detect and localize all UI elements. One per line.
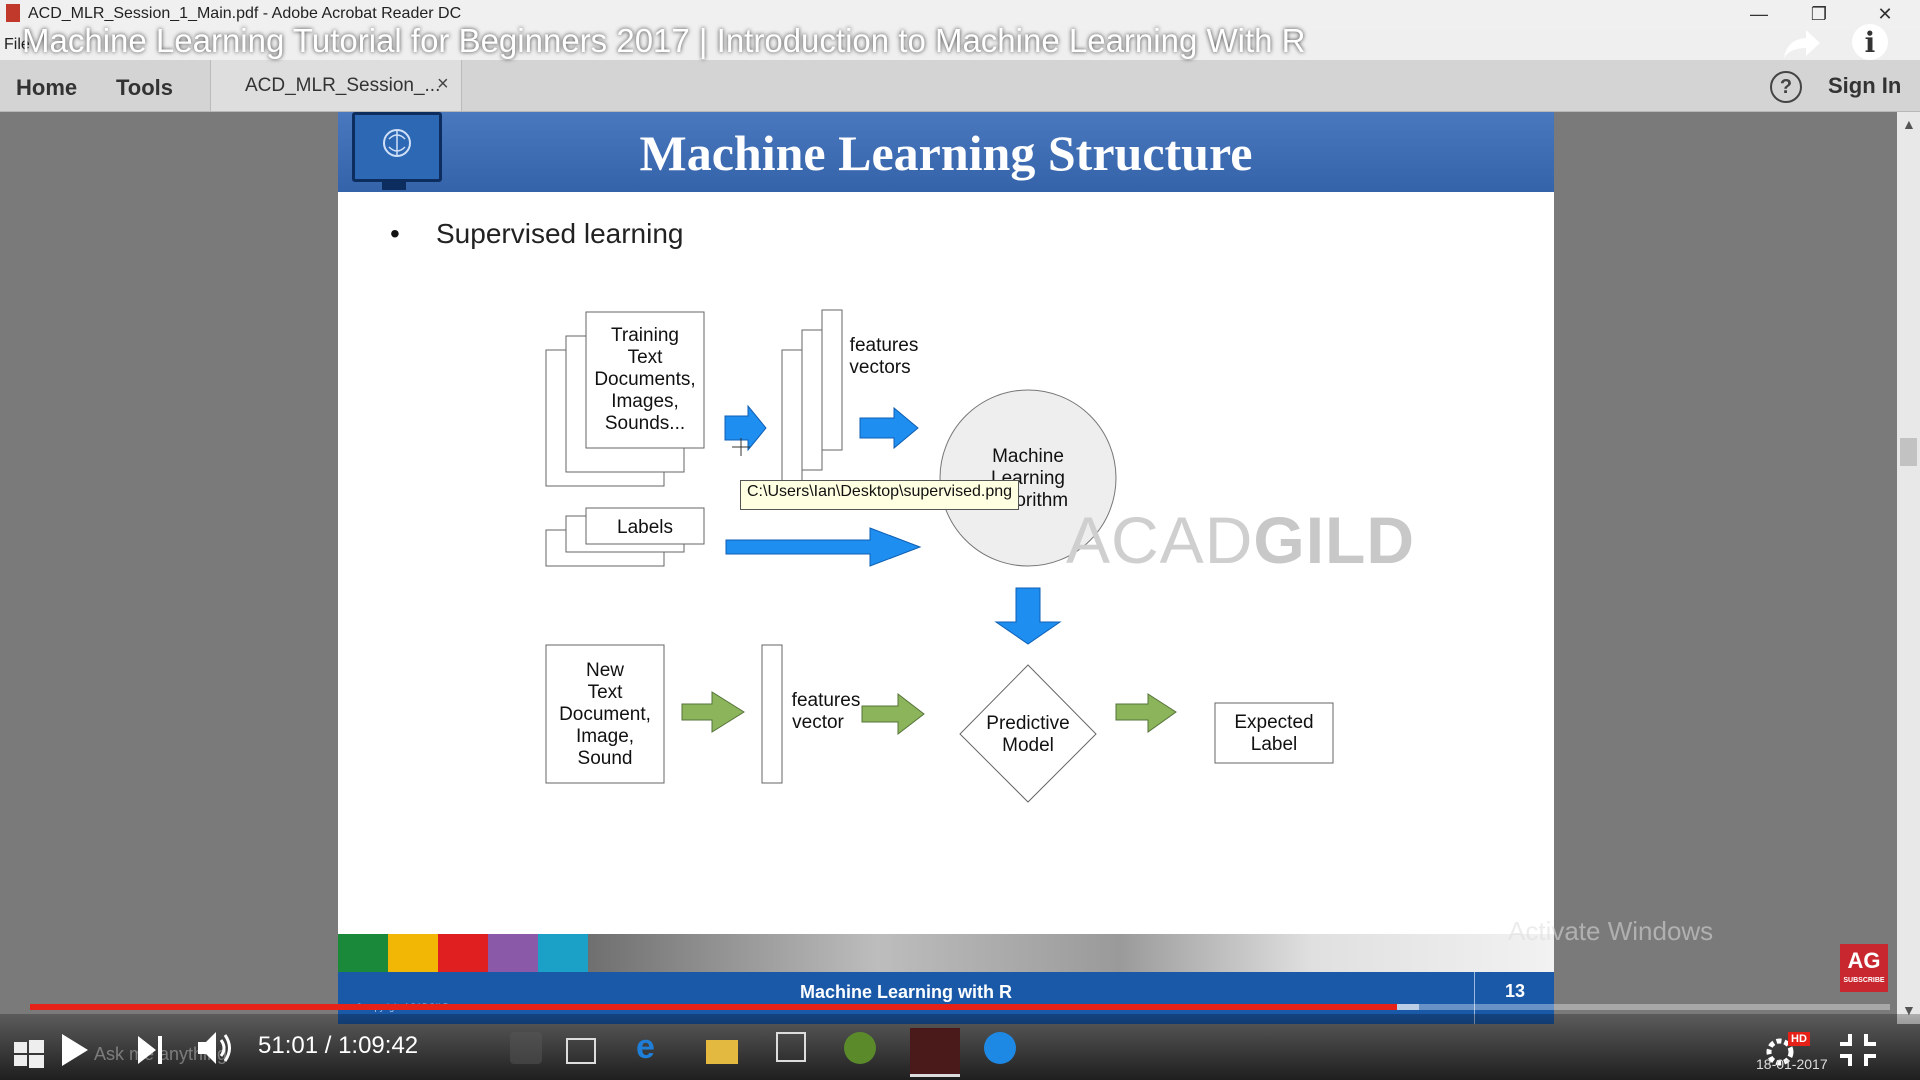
windows-start-icon[interactable]: [14, 1040, 44, 1068]
progress-played: [30, 1004, 1398, 1010]
help-icon[interactable]: ?: [1770, 71, 1802, 103]
footer-image-strip: [338, 934, 1554, 972]
arrow-algorithm-to-model: [994, 587, 1062, 645]
edge-icon[interactable]: e: [636, 1030, 668, 1064]
pdf-app-icon: [6, 4, 20, 22]
scroll-up-icon[interactable]: ▲: [1902, 116, 1916, 132]
tab-tools[interactable]: Tools: [116, 75, 173, 101]
svg-text:Expected: Expected: [1234, 712, 1313, 733]
share-icon[interactable]: [1782, 26, 1822, 62]
subscribe-text: SUBSCRIBE: [1843, 977, 1885, 984]
file-explorer-icon[interactable]: [706, 1040, 738, 1064]
camera-app-icon[interactable]: [984, 1032, 1016, 1064]
svg-text:Sounds...: Sounds...: [605, 413, 685, 434]
footer-title: Machine Learning with R: [799, 982, 1013, 1002]
play-icon[interactable]: [60, 1032, 90, 1068]
utorrent-icon[interactable]: [844, 1032, 876, 1064]
volume-icon[interactable]: [196, 1030, 236, 1066]
minimize-button[interactable]: —: [1736, 0, 1782, 30]
green-arrow-2: [861, 692, 925, 736]
svg-text:Documents,: Documents,: [594, 369, 695, 390]
file-path-tooltip: C:\Users\Ian\Desktop\supervised.png: [740, 480, 1020, 510]
color-swatch-red: [438, 934, 488, 972]
svg-text:Machine: Machine: [992, 446, 1064, 467]
ag-logo-text: AG: [1847, 948, 1881, 973]
next-icon[interactable]: [136, 1034, 164, 1066]
hd-badge: HD: [1788, 1032, 1810, 1046]
svg-text:Model: Model: [1002, 735, 1054, 756]
cursor-icon: [732, 438, 750, 456]
pdf-page: Machine Learning Structure • Supervised …: [338, 112, 1554, 1024]
labels-text: Labels: [617, 517, 673, 538]
taskbar-date: 18-01-2017: [1756, 1056, 1828, 1072]
subscribe-badge[interactable]: AG SUBSCRIBE: [1840, 944, 1888, 992]
svg-text:Predictive: Predictive: [986, 713, 1069, 734]
single-feature-vector: [761, 644, 783, 784]
svg-text:Training: Training: [611, 325, 679, 346]
svg-text:New: New: [586, 660, 624, 681]
svg-text:Document,: Document,: [559, 704, 651, 725]
footer-photo-collage: [588, 934, 1554, 972]
store-icon[interactable]: [776, 1032, 806, 1062]
document-tab[interactable]: ACD_MLR_Session_... ×: [210, 60, 462, 111]
task-view-icon[interactable]: [566, 1038, 596, 1064]
green-arrow-1: [681, 691, 745, 733]
svg-text:Images,: Images,: [611, 391, 679, 412]
document-tab-label: ACD_MLR_Session_...: [245, 75, 441, 96]
svg-text:Text: Text: [588, 682, 624, 703]
close-tab-icon[interactable]: ×: [437, 73, 449, 96]
activate-windows-watermark: Activate Windows: [1508, 916, 1714, 946]
svg-text:features: features: [792, 690, 861, 711]
video-title[interactable]: Machine Learning Tutorial for Beginners …: [22, 22, 1305, 60]
color-swatch-green: [338, 934, 388, 972]
video-time: 51:01 / 1:09:42: [258, 1032, 419, 1059]
sign-in-link[interactable]: Sign In: [1828, 73, 1901, 99]
features-vectors-label-1: features: [850, 335, 919, 356]
svg-text:Text: Text: [628, 347, 664, 368]
arrow-to-algorithm: [859, 406, 919, 450]
green-arrow-3: [1115, 693, 1177, 733]
svg-text:vector: vector: [792, 712, 844, 733]
scroll-thumb[interactable]: [1900, 438, 1917, 466]
svg-text:Sound: Sound: [578, 748, 633, 769]
vertical-scrollbar[interactable]: ▲ ▼: [1897, 112, 1920, 1024]
window-title: ACD_MLR_Session_1_Main.pdf - Adobe Acrob…: [28, 5, 462, 22]
color-swatch-purple: [488, 934, 538, 972]
color-swatch-yellow: [388, 934, 438, 972]
svg-text:Label: Label: [1251, 734, 1298, 755]
features-vectors-label-2: vectors: [849, 357, 910, 378]
info-icon[interactable]: i: [1852, 24, 1888, 60]
microphone-icon[interactable]: [510, 1032, 542, 1064]
arrow-to-features: [724, 404, 767, 452]
color-swatch-cyan: [538, 934, 588, 972]
feature-vectors-stack: [781, 309, 843, 491]
svg-text:Image,: Image,: [576, 726, 634, 747]
acrobat-taskbar-icon[interactable]: [910, 1028, 960, 1077]
tab-home[interactable]: Home: [16, 75, 77, 101]
arrow-labels-to-algorithm: [725, 527, 922, 567]
video-progress-bar[interactable]: [30, 1004, 1890, 1010]
acadgild-watermark: ACADGILD: [1066, 503, 1416, 577]
exit-fullscreen-icon[interactable]: [1838, 1032, 1878, 1068]
